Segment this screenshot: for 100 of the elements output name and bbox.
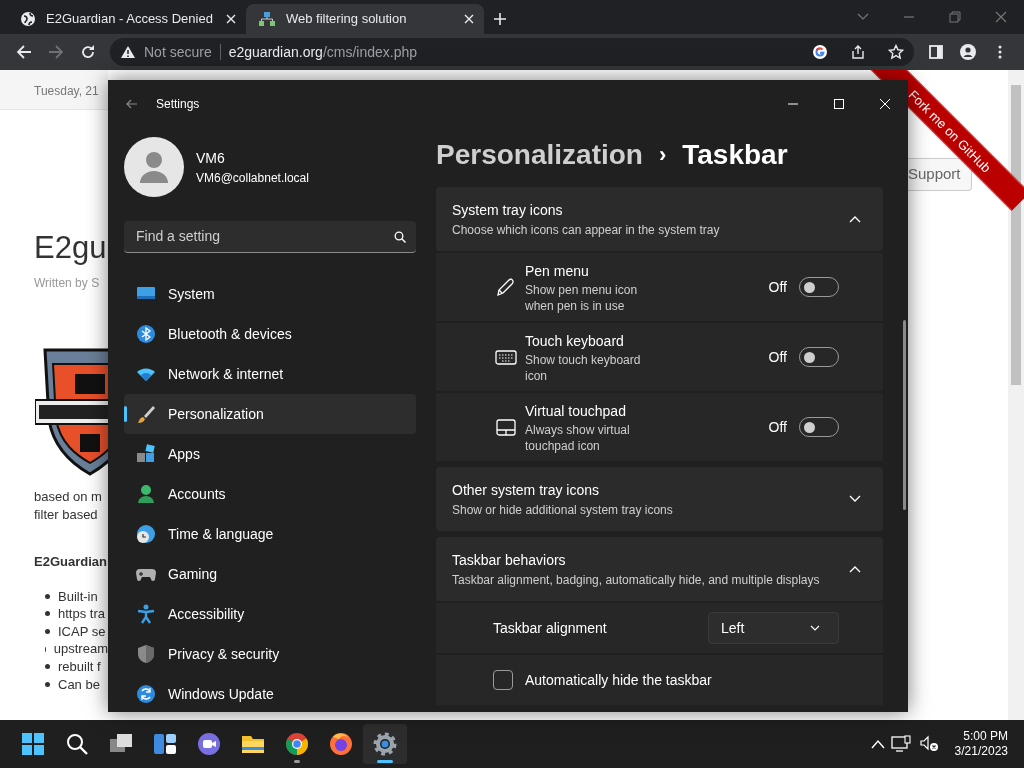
chevron-down-icon[interactable] <box>849 495 861 503</box>
widgets-icon <box>152 731 178 757</box>
bluetooth-icon <box>136 324 156 344</box>
person-icon <box>136 484 156 504</box>
search-input[interactable]: Find a setting <box>134 225 394 248</box>
nav-item[interactable]: Personalization <box>124 394 416 434</box>
nav-item[interactable]: Apps <box>124 434 416 474</box>
volume-muted-icon[interactable] <box>918 735 939 753</box>
nav-item[interactable]: System <box>124 274 416 314</box>
bullet-dot <box>45 593 50 599</box>
clock-time[interactable]: 5:00 PM <box>954 729 1008 744</box>
nav-item[interactable]: Accounts <box>124 474 416 514</box>
browser-tab[interactable]: E2Guardian - Access Denied <box>8 4 246 34</box>
security-label: Not secure <box>144 44 221 60</box>
restore-icon[interactable] <box>948 10 962 24</box>
plus-icon[interactable] <box>493 12 507 26</box>
bullet-dot <box>45 629 50 634</box>
section-header[interactable]: System tray icons Choose which icons can appear in the system tray <box>436 187 883 251</box>
sync-icon <box>136 684 156 704</box>
section-title: System tray icons <box>452 200 564 220</box>
nav-item[interactable]: Time & language <box>124 514 416 554</box>
section-header[interactable]: Other system tray icons Show or hide additional system tray icons <box>436 467 883 531</box>
chevron-up-icon[interactable] <box>849 215 861 223</box>
taskbar-app-button[interactable] <box>363 724 407 764</box>
keyboard-icon <box>495 347 517 367</box>
chrome-icon <box>284 731 310 757</box>
address-bar[interactable]: Not secure e2guardian.org/cms/index.php <box>110 38 914 66</box>
side-panel-icon[interactable] <box>928 44 944 60</box>
setting-description: Show touch keyboard icon <box>525 351 642 384</box>
setting-title: Virtual touchpad <box>525 401 627 421</box>
section-header[interactable]: Taskbar behaviors Taskbar alignment, badging, automatically hide, and multiple displays <box>436 537 883 601</box>
nav-item[interactable]: Accessibility <box>124 594 416 634</box>
browser-tab[interactable]: Web filtering solution <box>246 4 484 34</box>
gear-icon <box>372 731 398 757</box>
user-name: VM6 <box>196 148 226 168</box>
firefox-icon <box>328 731 354 757</box>
nav-item[interactable]: Network & internet <box>124 354 416 394</box>
pen-icon <box>495 277 517 297</box>
nav-item[interactable]: Gaming <box>124 554 416 594</box>
profile-icon[interactable] <box>960 44 976 60</box>
bullet-dot <box>45 664 50 670</box>
checkbox[interactable] <box>493 670 513 690</box>
back-icon[interactable] <box>126 98 138 110</box>
chat-icon <box>196 731 222 757</box>
setting-title: Taskbar alignment <box>493 618 607 638</box>
clock-date[interactable]: 3/21/2023 <box>954 744 1008 759</box>
window-title: Settings <box>156 96 200 113</box>
globe-icon <box>20 11 36 27</box>
person-icon <box>140 151 168 183</box>
bullet-dot <box>45 681 50 687</box>
nav-item[interactable]: Bluetooth & devices <box>124 314 416 354</box>
list-item: Built-in <box>58 587 98 606</box>
apps-icon <box>136 444 156 464</box>
paragraph: based on m filter based <box>33 488 103 524</box>
checkbox-label: Automatically hide the taskbar <box>525 670 712 690</box>
setting-description: Always show virtual touchpad icon <box>525 421 631 454</box>
chevron-up-icon[interactable] <box>870 739 885 749</box>
scrollbar-thumb[interactable] <box>903 320 906 510</box>
byline: Written by S <box>34 275 101 292</box>
support-button[interactable]: Support <box>908 158 972 191</box>
section-subtitle: Choose which icons can appear in the system tray <box>452 221 720 239</box>
network-status-icon[interactable] <box>890 735 913 753</box>
globe-clock-icon <box>136 524 156 544</box>
star-icon[interactable] <box>888 44 904 60</box>
paintbrush-icon <box>136 404 156 424</box>
list-item: Can be <box>58 675 100 694</box>
chevron-down-icon <box>810 625 820 631</box>
network-icon <box>258 11 276 27</box>
scrollbar[interactable] <box>1008 70 1024 720</box>
search-field[interactable]: Find a setting <box>124 221 416 253</box>
nav-item[interactable]: Windows Update <box>124 674 416 712</box>
section-subtitle: Taskbar alignment, badging, automatically hide, and multiple displays <box>452 571 820 589</box>
google-icon[interactable] <box>812 44 828 60</box>
share-icon[interactable] <box>850 44 866 60</box>
breadcrumb-link[interactable]: Personalization <box>436 135 643 175</box>
section-heading: E2Guardian <box>34 553 108 571</box>
list-item: ICAP se <box>58 622 106 641</box>
reload-icon[interactable] <box>80 44 96 60</box>
accessibility-icon <box>136 604 156 624</box>
list-item: upstream <box>53 640 108 659</box>
dropdown[interactable]: Left <box>708 612 839 644</box>
setting-description: Show pen menu icon when pen is in use <box>525 281 639 314</box>
chevron-up-icon[interactable] <box>849 565 861 573</box>
toggle-state-label: Off <box>768 417 787 437</box>
setting-title: Pen menu <box>525 261 590 281</box>
user-email: VM6@collabnet.local <box>196 169 309 187</box>
toggle-state-label: Off <box>768 347 787 367</box>
setting-title: Touch keyboard <box>525 331 625 351</box>
search-icon[interactable] <box>394 230 406 243</box>
toggle-state-label: Off <box>768 277 787 297</box>
breadcrumb-separator: › <box>658 141 667 169</box>
maximize-icon[interactable] <box>833 98 845 110</box>
list-item: https tra <box>58 605 105 624</box>
page-title: Taskbar <box>682 138 788 172</box>
start-icon <box>20 731 46 757</box>
touchpad-icon <box>495 417 517 437</box>
url-text: e2guardian.org/cms/index.php <box>228 42 418 62</box>
warning-icon <box>120 45 136 59</box>
nav-item[interactable]: Privacy & security <box>124 634 416 674</box>
section-title: Taskbar behaviors <box>452 550 567 570</box>
